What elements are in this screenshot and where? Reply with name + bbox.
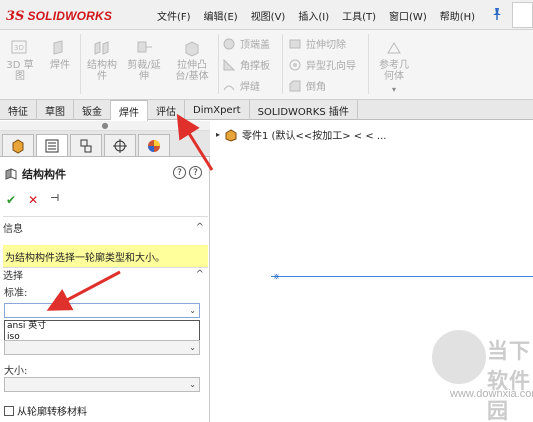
arrow-to-weldments-tab <box>176 113 214 171</box>
annotation-arrows <box>46 113 214 311</box>
arrow-to-standard-combo <box>46 270 121 311</box>
solidworks-window: 3S SOLIDWORKS 文件(F) 编辑(E) 视图(V) 插入(I) 工具… <box>0 0 533 422</box>
